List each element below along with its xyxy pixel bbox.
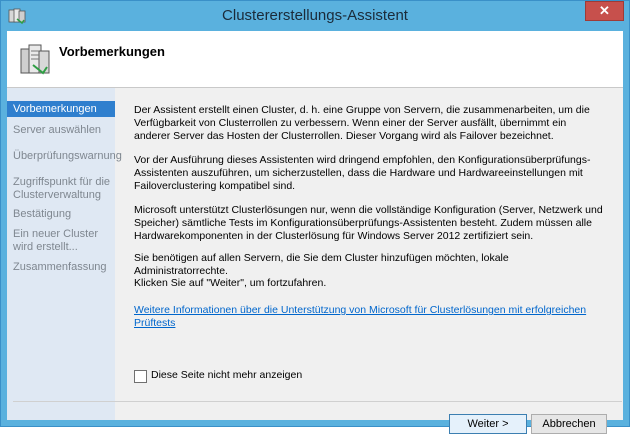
wizard-window: Clustererstellungs-Assistent ✕ Vorbemerk… — [0, 0, 630, 434]
intro-paragraph: Der Assistent erstellt einen Cluster, d.… — [134, 104, 590, 142]
sidebar-item-ueberpruefungswarnung[interactable]: Überprüfungswarnung — [7, 150, 122, 163]
admin-rights-paragraph: Sie benötigen auf allen Servern, die Sie… — [134, 252, 509, 277]
continue-paragraph: Klicken Sie auf "Weiter", um fortzufahre… — [134, 277, 327, 289]
sidebar-item-vorbemerkungen[interactable]: Vorbemerkungen — [7, 101, 115, 117]
window-title: Clustererstellungs-Assistent — [222, 7, 408, 24]
dont-show-label: Diese Seite nicht mehr anzeigen — [151, 369, 303, 381]
support-paragraph: Microsoft unterstützt Clusterlösungen nu… — [134, 204, 603, 242]
sidebar-item-bestaetigung[interactable]: Bestätigung — [7, 208, 115, 221]
dont-show-checkbox[interactable] — [134, 370, 147, 383]
wizard-header: Vorbemerkungen — [7, 31, 623, 88]
title-bar[interactable]: Clustererstellungs-Assistent ✕ — [1, 1, 629, 31]
cancel-button[interactable]: Abbrechen — [531, 414, 607, 434]
cluster-servers-icon — [20, 44, 50, 75]
sidebar-item-server-auswaehlen[interactable]: Server auswählen — [7, 124, 115, 137]
next-button[interactable]: Weiter > — [449, 414, 527, 434]
steps-sidebar: Vorbemerkungen Server auswählen Überprüf… — [7, 88, 122, 420]
sidebar-item-cluster-erstellen[interactable]: Ein neuer Cluster wird erstellt... — [7, 228, 115, 254]
validation-paragraph: Vor der Ausführung dieses Assistenten wi… — [134, 154, 591, 192]
content-panel: Der Assistent erstellt einen Cluster, d.… — [122, 88, 617, 413]
footer-divider — [13, 401, 622, 402]
sidebar-item-zugriffspunkt[interactable]: Zugriffspunkt für die Clusterverwaltung — [7, 176, 115, 202]
more-info-link[interactable]: Weitere Informationen über die Unterstüt… — [134, 304, 604, 330]
page-title: Vorbemerkungen — [59, 44, 165, 59]
close-button[interactable]: ✕ — [585, 1, 624, 21]
wizard-content: Vorbemerkungen Vorbemerkungen Server aus… — [7, 31, 623, 434]
wizard-main: Vorbemerkungen Server auswählen Überprüf… — [7, 88, 623, 434]
sidebar-item-zusammenfassung[interactable]: Zusammenfassung — [7, 261, 115, 274]
